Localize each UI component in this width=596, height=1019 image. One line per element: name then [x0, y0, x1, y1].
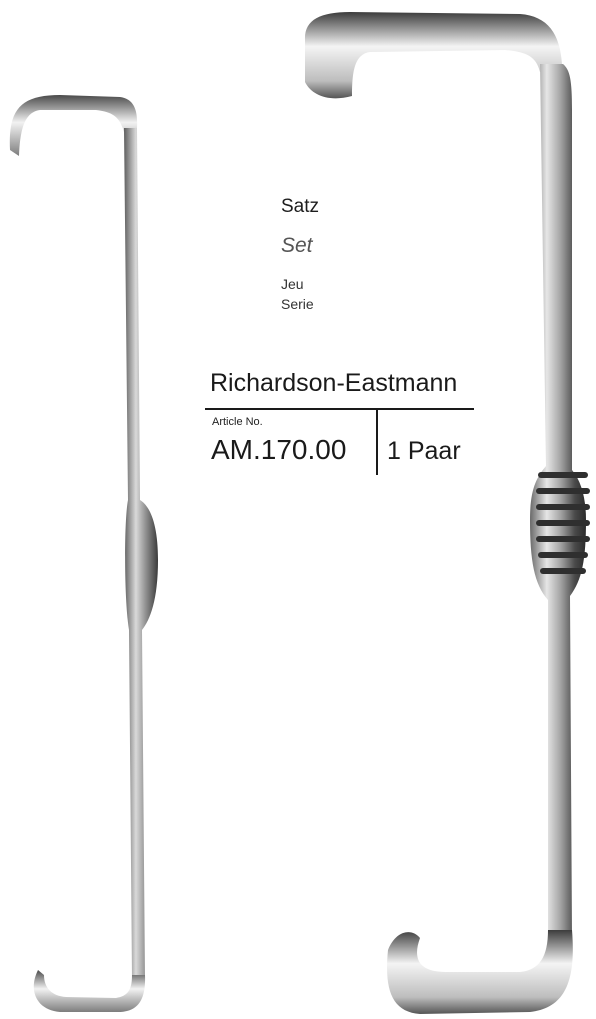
set-label-english: Set [281, 234, 313, 257]
product-name: Richardson-Eastmann [210, 369, 458, 397]
table-vertical-rule [376, 409, 378, 475]
small-retractor-image [9, 12, 590, 1014]
table-horizontal-rule [205, 408, 474, 410]
set-label-french: Jeu [281, 276, 304, 292]
quantity: 1 Paar [387, 437, 461, 465]
article-number-label: Article No. [212, 416, 263, 428]
article-number: AM.170.00 [211, 434, 347, 465]
set-label-german: Satz [281, 196, 320, 217]
set-label-italian: Serie [281, 296, 314, 312]
